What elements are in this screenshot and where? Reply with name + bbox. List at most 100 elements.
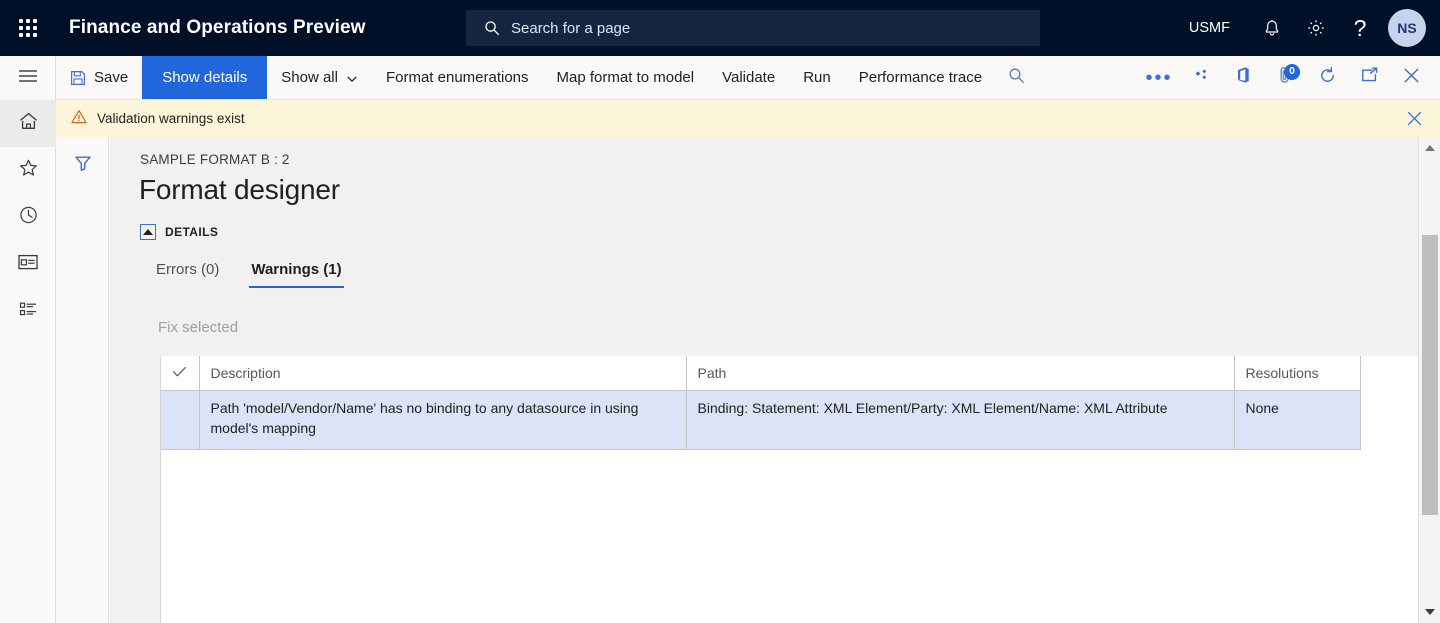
- fix-selected-button[interactable]: Fix selected: [150, 315, 246, 340]
- validate-button[interactable]: Validate: [708, 56, 789, 99]
- validation-message-text: Validation warnings exist: [97, 111, 245, 126]
- collapse-section-icon[interactable]: [140, 224, 156, 240]
- filter-button[interactable]: [56, 137, 109, 193]
- settings-button[interactable]: [1294, 0, 1338, 56]
- star-icon: [18, 158, 39, 183]
- search-icon: [1008, 67, 1025, 89]
- details-section-header[interactable]: DETAILS: [140, 224, 218, 240]
- page-content: SAMPLE FORMAT B : 2 Format designer DETA…: [110, 137, 1440, 623]
- performance-trace-button[interactable]: Performance trace: [845, 56, 996, 99]
- cell-description: Path 'model/Vendor/Name' has no binding …: [199, 390, 687, 450]
- global-search-placeholder: Search for a page: [511, 19, 631, 37]
- chevron-down-icon: [346, 72, 358, 84]
- cell-resolutions: None: [1234, 390, 1361, 450]
- performance-trace-label: Performance trace: [858, 69, 983, 86]
- workspaces-icon: [17, 253, 39, 276]
- table-row[interactable]: Path 'model/Vendor/Name' has no binding …: [161, 390, 1361, 450]
- sidebar-item-recent[interactable]: [0, 194, 56, 241]
- run-label: Run: [803, 69, 831, 86]
- show-details-button[interactable]: Show details: [142, 56, 268, 99]
- close-icon: [1402, 66, 1421, 90]
- office-integration-button[interactable]: [1222, 56, 1264, 100]
- map-format-to-model-button[interactable]: Map format to model: [543, 56, 709, 99]
- ellipsis-icon: •••: [1145, 66, 1173, 89]
- refresh-icon: [1318, 66, 1337, 90]
- tab-warnings[interactable]: Warnings (1): [235, 255, 357, 288]
- attachments-count-badge: 0: [1284, 63, 1300, 80]
- column-header-description[interactable]: Description: [199, 356, 687, 391]
- triangle-down-icon: [1425, 609, 1435, 615]
- column-header-path[interactable]: Path: [686, 356, 1235, 391]
- company-selector[interactable]: USMF: [1179, 14, 1240, 42]
- command-bar-search-button[interactable]: [996, 56, 1036, 100]
- sidebar-item-hamburger-menu[interactable]: [0, 56, 56, 100]
- question-mark-icon: ?: [1353, 14, 1367, 41]
- close-page-button[interactable]: [1390, 56, 1432, 100]
- tab-errors[interactable]: Errors (0): [140, 255, 235, 288]
- show-all-dropdown[interactable]: Show all: [267, 56, 372, 99]
- office-icon: [1235, 66, 1251, 89]
- details-section-label: DETAILS: [165, 225, 219, 239]
- top-nav-right-cluster: USMF ? NS: [1179, 0, 1440, 56]
- checkmark-icon: [172, 365, 187, 381]
- save-label: Save: [94, 69, 129, 86]
- top-navigation-bar: Finance and Operations Preview Search fo…: [0, 0, 1440, 56]
- table-header-row: Description Path Resolutions: [161, 356, 1361, 391]
- search-icon: [484, 20, 500, 36]
- global-search-box[interactable]: Search for a page: [466, 10, 1040, 46]
- open-external-icon: [1360, 67, 1379, 89]
- help-button[interactable]: ?: [1338, 0, 1382, 56]
- sidebar-item-home[interactable]: [0, 100, 56, 147]
- warning-triangle-icon: [71, 109, 87, 129]
- details-tablist: Errors (0) Warnings (1): [140, 255, 358, 288]
- select-all-header[interactable]: [161, 356, 200, 391]
- sidebar-item-favorites[interactable]: [0, 147, 56, 194]
- bell-icon: [1263, 19, 1281, 38]
- app-window: Finance and Operations Preview Search fo…: [0, 0, 1440, 623]
- validation-bar-close-button[interactable]: [1400, 100, 1428, 137]
- attachments-button[interactable]: 0: [1264, 56, 1306, 100]
- scroll-up-button[interactable]: [1419, 137, 1440, 159]
- page-title: Format designer: [139, 174, 340, 205]
- clock-icon: [18, 205, 39, 230]
- home-icon: [18, 111, 39, 136]
- diamond-links-icon: [1191, 68, 1211, 87]
- scroll-down-button[interactable]: [1419, 601, 1440, 623]
- notifications-button[interactable]: [1250, 0, 1294, 56]
- format-enumerations-label: Format enumerations: [385, 69, 529, 86]
- save-button[interactable]: Save: [56, 56, 142, 99]
- app-title: Finance and Operations Preview: [69, 17, 366, 38]
- open-in-new-window-button[interactable]: [1348, 56, 1390, 100]
- hamburger-menu-icon: [18, 69, 38, 88]
- app-launcher-button[interactable]: [0, 0, 56, 56]
- command-bar-right-cluster: ••• 0: [1138, 56, 1440, 99]
- refresh-button[interactable]: [1306, 56, 1348, 100]
- filter-rail: [56, 137, 109, 623]
- validation-message-bar: Validation warnings exist: [56, 100, 1440, 137]
- tab-errors-label: Errors (0): [156, 261, 220, 278]
- save-disk-icon: [70, 70, 86, 86]
- sidebar-item-modules[interactable]: [0, 288, 56, 335]
- sidebar-item-workspaces[interactable]: [0, 241, 56, 288]
- validate-label: Validate: [722, 69, 776, 86]
- show-details-label: Show details: [162, 69, 248, 86]
- scrollbar-thumb[interactable]: [1422, 235, 1438, 515]
- cell-path: Binding: Statement: XML Element/Party: X…: [686, 390, 1235, 450]
- vertical-scrollbar[interactable]: [1418, 137, 1440, 623]
- warnings-table: Description Path Resolutions Path 'model…: [161, 356, 1361, 450]
- more-options-button[interactable]: •••: [1138, 56, 1180, 100]
- navigation-rail: [0, 56, 56, 623]
- format-enumerations-button[interactable]: Format enumerations: [372, 56, 543, 99]
- row-checkbox-cell[interactable]: [161, 390, 200, 450]
- show-all-label: Show all: [281, 69, 338, 86]
- command-bar: Save Show details Show all Format enumer…: [56, 56, 1440, 100]
- run-button[interactable]: Run: [789, 56, 845, 99]
- related-information-button[interactable]: [1180, 56, 1222, 100]
- user-avatar[interactable]: NS: [1388, 9, 1426, 47]
- breadcrumb: SAMPLE FORMAT B : 2: [140, 152, 290, 167]
- warnings-grid: Description Path Resolutions Path 'model…: [160, 356, 1420, 623]
- column-header-resolutions[interactable]: Resolutions: [1234, 356, 1361, 391]
- modules-list-icon: [18, 300, 39, 323]
- gear-icon: [1306, 18, 1326, 38]
- filter-funnel-icon: [73, 153, 93, 178]
